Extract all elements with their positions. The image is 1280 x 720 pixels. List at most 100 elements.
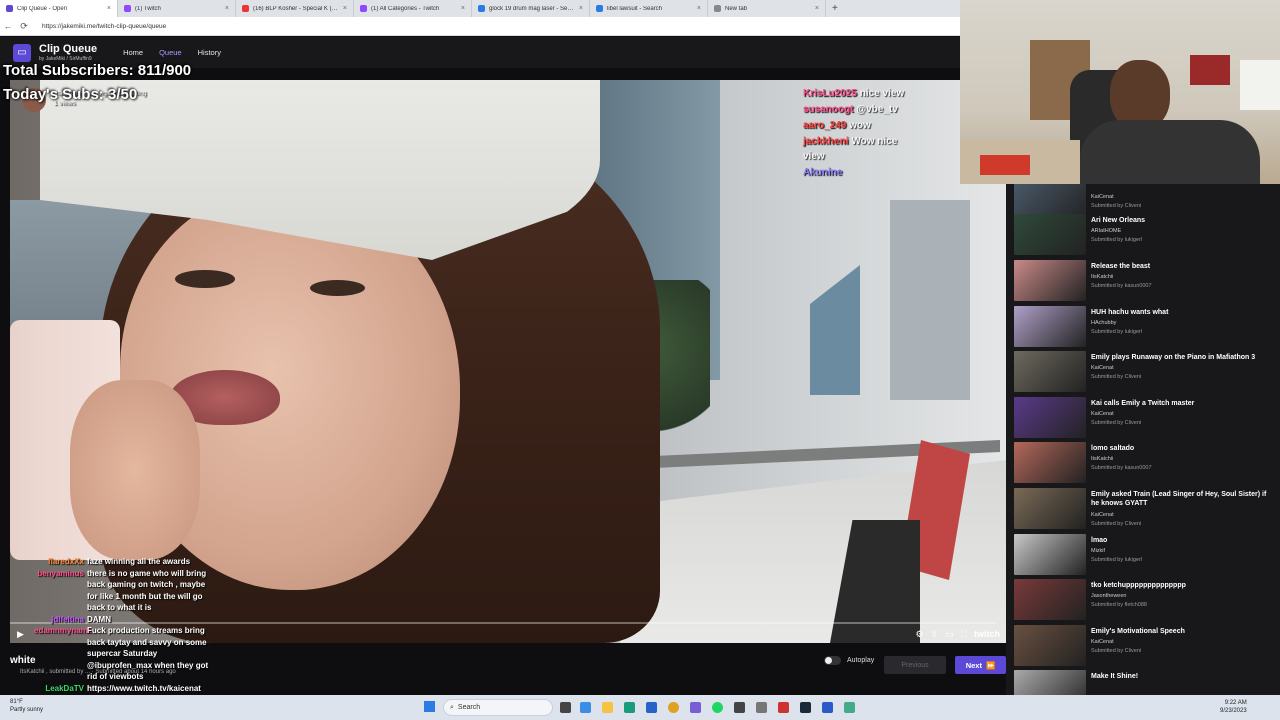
chat-text: wow (849, 120, 871, 131)
play-icon[interactable]: ▶ (17, 629, 24, 640)
nav-home[interactable]: Home (123, 48, 143, 57)
next-button[interactable]: Next ⏩ (955, 656, 1006, 674)
settings-icon[interactable]: ⚙ (916, 629, 924, 640)
next-label: Next (965, 660, 982, 670)
nav-history[interactable]: History (198, 48, 221, 57)
chat-text: Fuck production streams bring (87, 626, 205, 635)
chat-username: KrisLu2025 (803, 88, 857, 99)
twitch-logo[interactable]: twitch (974, 629, 1000, 639)
close-icon[interactable]: × (461, 5, 465, 12)
queue-thumbnail (1014, 670, 1086, 695)
wall-picture (1190, 55, 1230, 85)
app-icon-1[interactable] (734, 702, 745, 713)
queue-item[interactable]: Emily asked Train (Lead Singer of Hey, S… (1014, 488, 1276, 530)
person-hoodie (1080, 120, 1260, 184)
queue-item-channel: KaiCenat (1091, 194, 1114, 200)
queue-thumbnail (1014, 579, 1086, 620)
queue-item[interactable]: Kai calls Emily a Twitch master KaiCenat S… (1014, 397, 1276, 439)
browser-tab[interactable]: (1) All Categories - Twitch × (354, 0, 472, 17)
queue-item[interactable]: Emily plays Runaway on the Piano in Mafi… (1014, 351, 1276, 393)
autoplay-control[interactable]: Autoplay (824, 656, 874, 665)
total-subscribers: Total Subscribers: 811/900 (3, 62, 192, 79)
new-tab-button[interactable]: + (826, 3, 844, 14)
steam-icon[interactable] (800, 702, 811, 713)
chat-message: Akunine (803, 167, 842, 178)
app-icon-4[interactable] (822, 702, 833, 713)
chat-username: benyaminus (37, 568, 84, 578)
chat-text: back to what it is (87, 603, 152, 612)
app-icon-2[interactable] (756, 702, 767, 713)
queue-item[interactable]: lmao Mizkif Submitted by lukigerl (1014, 534, 1276, 576)
queue-item-channel: ItsKatchii (1091, 456, 1114, 462)
chat-message: edamnmynameFuck production streams bring (34, 625, 205, 636)
close-icon[interactable]: × (225, 5, 229, 12)
previous-button[interactable]: Previous (884, 656, 946, 674)
chat-message: view (803, 151, 825, 162)
file-explorer-icon[interactable] (602, 702, 613, 713)
chat-text: there is no game who will bring (87, 568, 207, 578)
browser-tab[interactable]: (16) BLP Kosher - Special K (Offic... × (236, 0, 354, 17)
autoplay-label: Autoplay (847, 657, 875, 664)
queue-item[interactable]: Emily's Motivational Speech KaiCenat Submi… (1014, 625, 1276, 667)
weather-widget[interactable]: 81°F Partly sunny (10, 698, 43, 714)
browser-tab[interactable]: libel lawsuit - Search × (590, 0, 708, 17)
queue-item-submitter: Submitted by lukigerl (1091, 329, 1143, 335)
tab-favicon-icon (360, 5, 367, 12)
spotify-icon[interactable] (712, 702, 723, 713)
chat-text: view (803, 151, 825, 162)
browser-tab[interactable]: Clip Queue - Open × (0, 0, 118, 17)
chat-username: jdlfeltina (51, 614, 84, 624)
queue-item[interactable]: Release the beast ItsKatchii Submitted by … (1014, 260, 1276, 302)
back-icon[interactable]: ← (0, 21, 16, 31)
taskbar-search[interactable]: ⌕ Search (443, 699, 553, 716)
autoplay-toggle[interactable] (824, 656, 841, 665)
browser-tab[interactable]: glock 19 drum mag laser - Search × (472, 0, 590, 17)
discord-icon[interactable] (690, 702, 701, 713)
clip-queue-sidebar: KaiCenat Submitted by Cliveni Ari New Orle… (1006, 184, 1280, 695)
url-field[interactable]: https://jakemiki.me/twitch-clip-queue/qu… (42, 23, 166, 30)
hand (70, 380, 200, 560)
nav-queue[interactable]: Queue (159, 48, 182, 57)
browser-tab[interactable]: New tab × (708, 0, 826, 17)
tab-label: (1) All Categories - Twitch (371, 5, 440, 12)
fullscreen-icon[interactable]: ⛶ (961, 629, 967, 640)
close-icon[interactable]: × (579, 5, 583, 12)
queue-item[interactable]: lomo saltado ItsKatchii Submitted by kasun… (1014, 442, 1276, 484)
queue-item[interactable]: HUH hachu wants what HAchubby Submitted by… (1014, 306, 1276, 348)
chat-message: flaredxXx faze winning all the awards (34, 556, 190, 567)
app-icon-5[interactable] (844, 702, 855, 713)
tab-label: Clip Queue - Open (17, 5, 68, 12)
queue-item-title: Make It Shine! (1091, 673, 1139, 680)
app-icon-3[interactable] (778, 702, 789, 713)
video-progress-bar[interactable] (10, 622, 996, 624)
tab-label: libel lawsuit - Search (607, 5, 663, 12)
store-icon[interactable] (646, 702, 657, 713)
queue-item-submitter: Submitted by lukigerl (1091, 557, 1143, 563)
queue-thumbnail (1014, 260, 1086, 301)
theatre-icon[interactable]: ▭ (945, 629, 954, 640)
queue-item-title: Release the beast (1091, 263, 1151, 270)
reload-icon[interactable]: ⟳ (16, 21, 32, 32)
current-clip-title: white (10, 655, 36, 666)
chat-username: jackkheni (803, 136, 849, 147)
share-icon[interactable]: ⇪ (931, 629, 939, 640)
queue-item-submitter: Submitted by Cliveni (1091, 648, 1142, 654)
edge-icon[interactable] (624, 702, 635, 713)
close-icon[interactable]: × (697, 5, 701, 12)
queue-item[interactable]: tko ketchupppppppppppppp Jasontheween Subm… (1014, 579, 1276, 621)
browser-tab[interactable]: (1) Twitch × (118, 0, 236, 17)
tab-label: (16) BLP Kosher - Special K (Offic... (253, 5, 340, 12)
windows-start-icon[interactable] (424, 701, 435, 712)
queue-item[interactable]: Ari New Orleans ARIatHOME Submitted by luk… (1014, 214, 1276, 256)
system-clock[interactable]: 9:22 AM 9/23/2023 (1220, 699, 1247, 715)
chat-message: back taytay and savvy on some (34, 637, 207, 648)
copilot-icon[interactable] (580, 702, 591, 713)
close-icon[interactable]: × (815, 5, 819, 12)
weather-temp: 81°F (10, 699, 23, 705)
queue-item[interactable]: Make It Shine! (1014, 670, 1276, 695)
task-view-icon[interactable] (560, 702, 571, 713)
queue-item-submitter: Submitted by kasun0007 (1091, 283, 1152, 289)
close-icon[interactable]: × (107, 5, 111, 12)
close-icon[interactable]: × (343, 5, 347, 12)
chrome-icon[interactable] (668, 702, 679, 713)
